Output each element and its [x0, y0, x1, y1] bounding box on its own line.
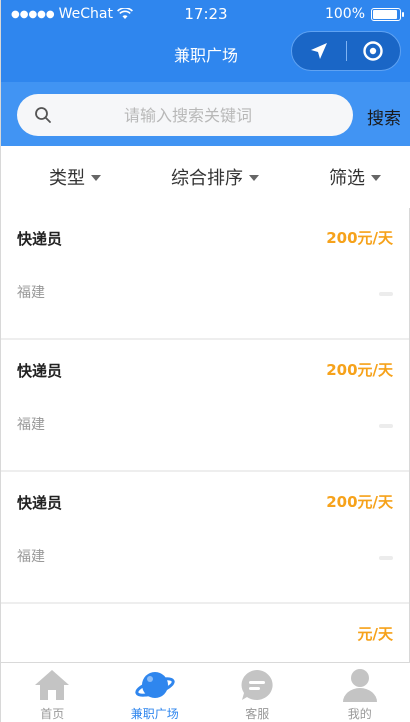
tab-mine-label: 我的: [347, 707, 372, 721]
job-card[interactable]: 快递员 200元/天 福建: [1, 340, 409, 472]
job-salary: 200元/天: [326, 229, 393, 247]
job-location: 福建: [17, 417, 45, 433]
job-card[interactable]: 快递员 200元/天 福建: [1, 208, 409, 340]
job-tag-placeholder: [379, 556, 393, 560]
tab-service[interactable]: 客服: [206, 663, 309, 722]
filter-sort-label: 综合排序: [171, 168, 243, 189]
caret-down-icon: [371, 175, 382, 181]
caret-down-icon: [249, 175, 259, 181]
chat-icon: [237, 667, 277, 703]
tab-service-label: 客服: [245, 707, 270, 721]
user-icon: [340, 667, 380, 703]
search-input[interactable]: [53, 94, 353, 136]
job-salary: 元/天: [357, 625, 393, 643]
tab-home-label: 首页: [40, 707, 65, 721]
search-icon: [33, 105, 53, 125]
planet-icon: [135, 667, 175, 703]
caret-down-icon: [91, 175, 101, 181]
job-card[interactable]: 快递员 200元/天 福建: [1, 472, 409, 604]
job-card[interactable]: 元/天: [1, 604, 409, 663]
navigation-arrow-icon: [310, 43, 327, 59]
job-title: 快递员: [17, 494, 63, 512]
close-target-button[interactable]: [347, 32, 401, 70]
job-tag-placeholder: [379, 292, 393, 296]
filter-sort[interactable]: 综合排序: [160, 146, 271, 208]
job-title: 快递员: [17, 230, 63, 248]
tab-bar: 首页 兼职广场 客服 我的: [1, 662, 410, 722]
filter-type-label: 类型: [49, 168, 85, 189]
job-salary: 200元/天: [326, 493, 393, 511]
location-button[interactable]: [292, 32, 346, 70]
tab-home[interactable]: 首页: [1, 663, 104, 722]
job-title: 快递员: [17, 362, 63, 380]
filter-screen-label: 筛选: [329, 168, 366, 189]
job-location: 福建: [17, 549, 45, 565]
status-bar: ●●●●● WeChat 17:23 100%: [1, 0, 410, 28]
search-button[interactable]: 搜索: [367, 104, 401, 129]
search-box: [17, 94, 353, 136]
battery-percent: 100%: [324, 6, 365, 22]
nav-bar: 兼职广场: [1, 28, 410, 82]
filter-bar: 类型 综合排序 筛选: [1, 146, 410, 208]
tab-mine[interactable]: 我的: [309, 663, 410, 722]
job-location: 福建: [17, 285, 45, 301]
filter-screen[interactable]: 筛选: [270, 146, 410, 208]
target-icon: [363, 41, 383, 61]
home-icon: [32, 667, 72, 703]
tab-plaza-label: 兼职广场: [130, 707, 179, 721]
tab-plaza[interactable]: 兼职广场: [104, 663, 207, 722]
search-bar: 搜索: [1, 82, 410, 146]
job-tag-placeholder: [379, 424, 393, 428]
job-list: 快递员 200元/天 福建 快递员 200元/天 福建 快递员 200元/天 福…: [1, 208, 410, 663]
app-screen: ●●●●● WeChat 17:23 100% 兼职广场 请输入搜索关键词 搜索…: [0, 0, 410, 722]
mini-program-capsule: [291, 31, 401, 71]
filter-type[interactable]: 类型: [1, 146, 160, 208]
status-right: 100%: [324, 6, 404, 22]
battery-icon: [371, 7, 404, 21]
job-salary: 200元/天: [326, 361, 393, 379]
